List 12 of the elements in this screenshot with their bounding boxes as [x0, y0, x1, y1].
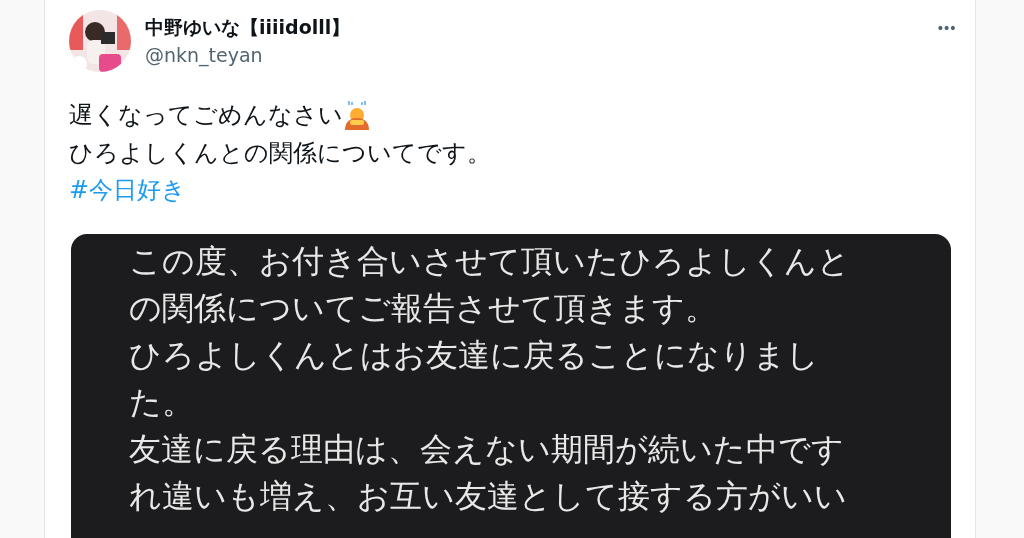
note-text-line: れ違いも増え、お互い友達として接する方がいい — [129, 476, 848, 517]
more-button[interactable]: ••• — [936, 18, 955, 39]
note-text-line: の関係についてご報告させて頂きます。 — [129, 288, 718, 329]
note-text-line: た。 — [129, 382, 195, 423]
note-text-line: ひろよしくんとはお友達に戻ることになりまし — [129, 335, 820, 376]
image-card[interactable]: この度、お付き合いさせて頂いたひろよしくんと の関係についてご報告させて頂きます。 ひろよしくんとはお友達に戻ることになりまし た。 友達に戻る理由は、会えない期間が続いた中です れ違いも増え、お互い友達として接する方がいい — [71, 234, 951, 538]
tweet-text: 遅くなってごめんなさい — [69, 100, 343, 131]
author-name[interactable]: 中野ゆいな【iiiidolll】 — [145, 14, 351, 40]
note-text-line: この度、お付き合いさせて頂いたひろよしくんと — [129, 241, 851, 282]
note-text-line: 友達に戻る理由は、会えない期間が続いた中です — [129, 429, 845, 470]
author-handle[interactable]: @nkn_teyan — [145, 40, 351, 70]
tweet-text: ひろよしくんとの関係についてです。 — [69, 138, 491, 169]
